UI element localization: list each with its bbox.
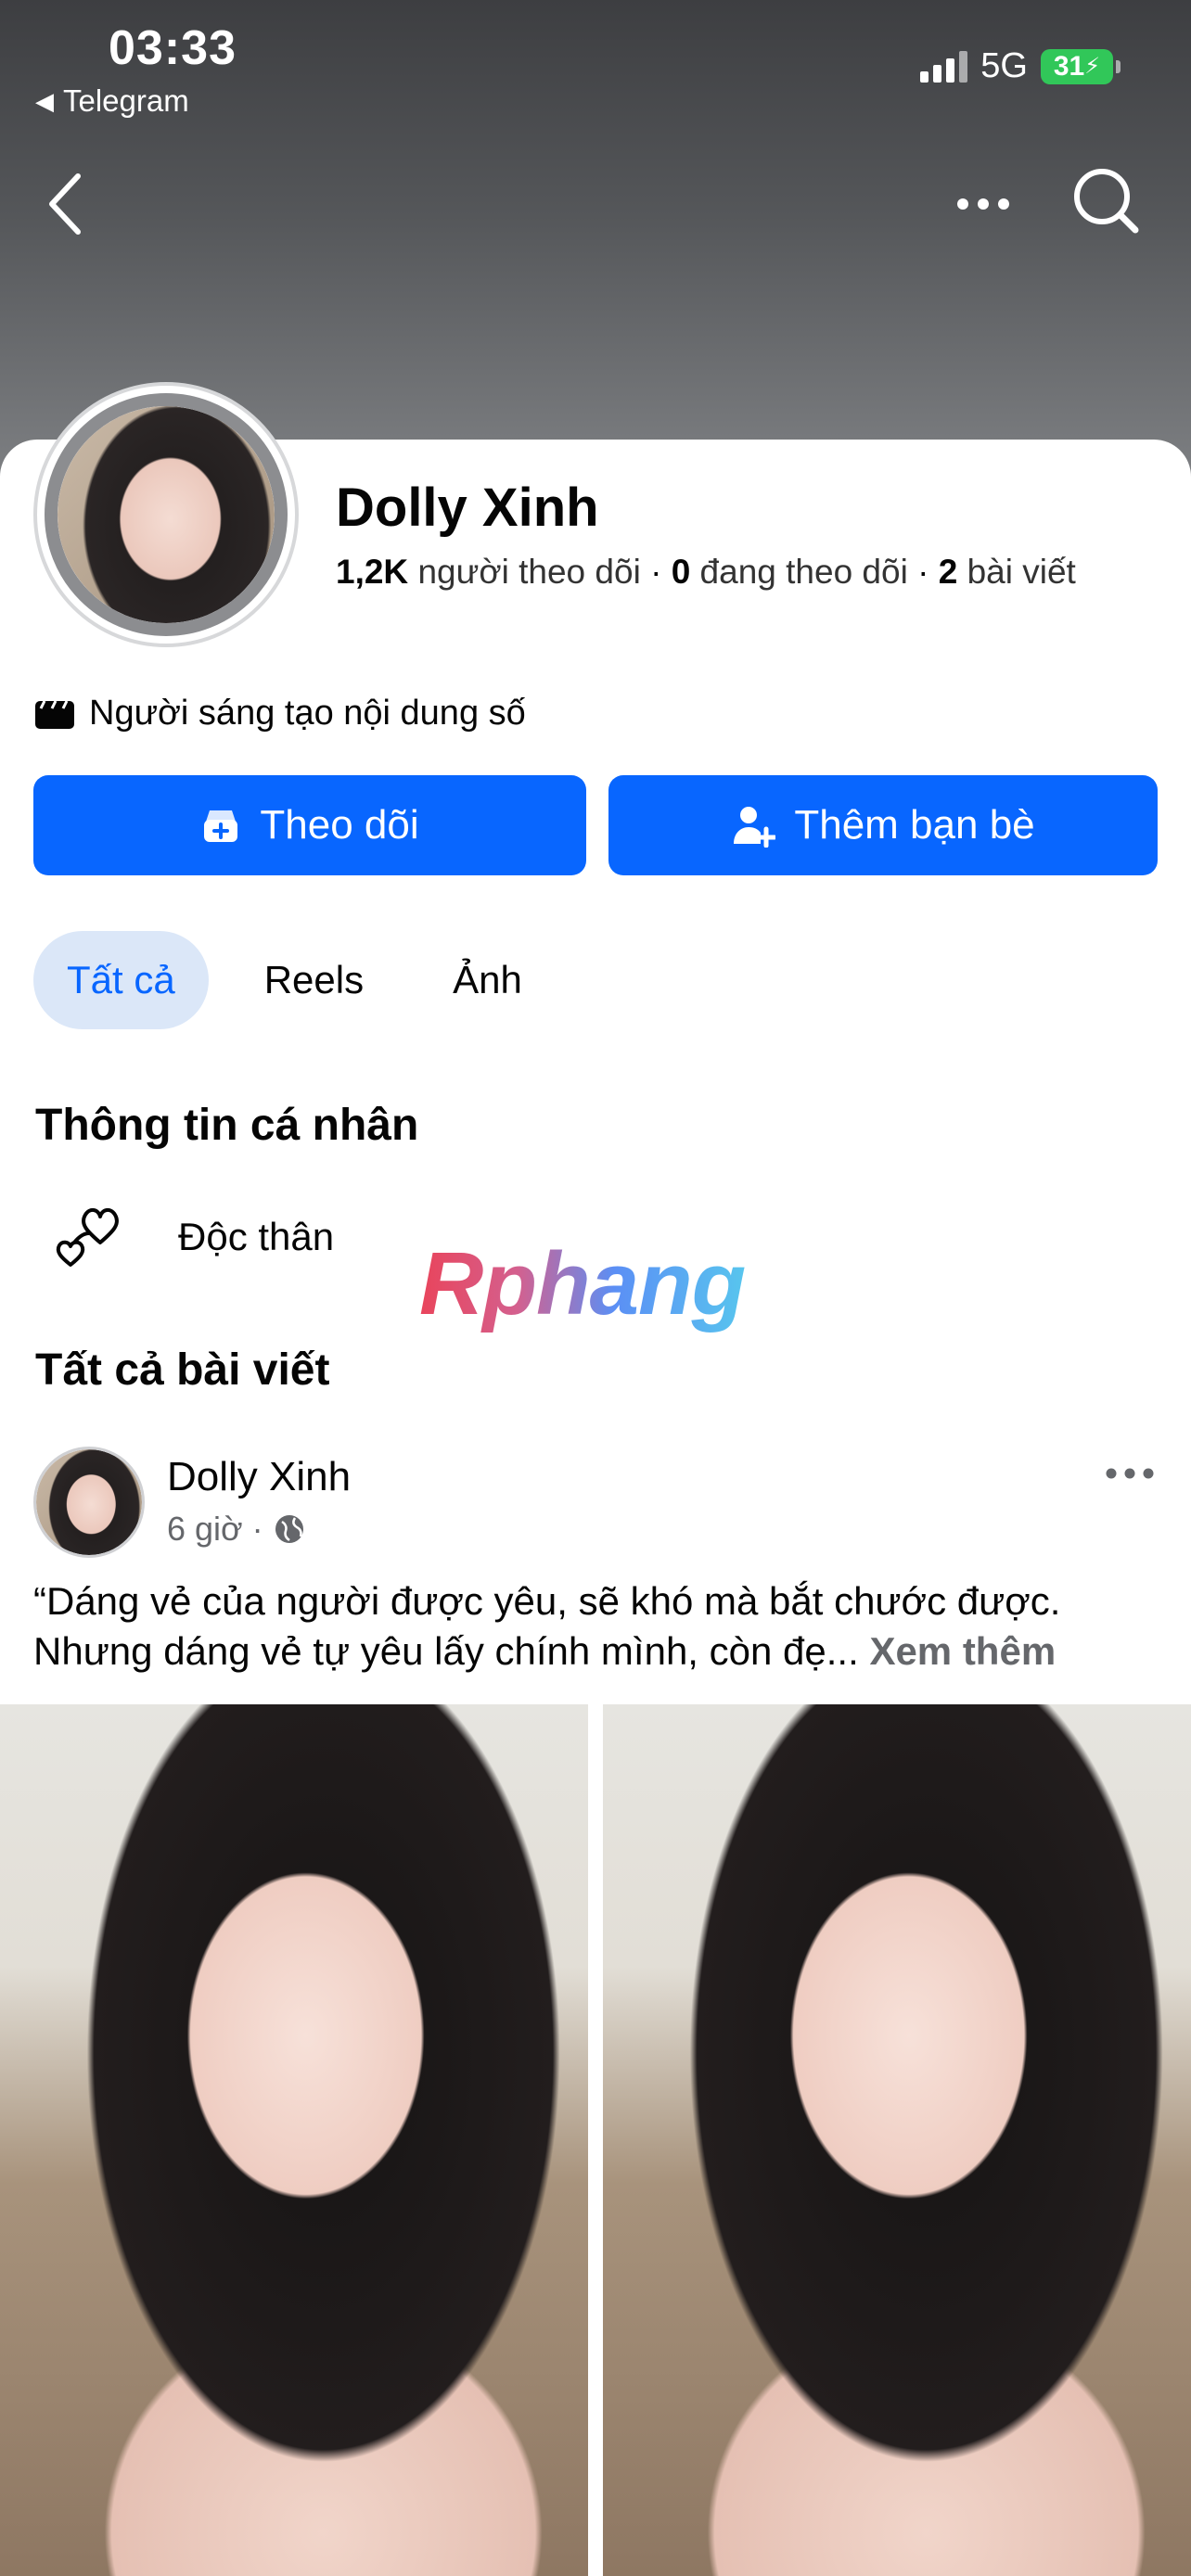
avatar-image bbox=[58, 406, 275, 623]
battery-level: 31 bbox=[1053, 50, 1085, 82]
hearts-icon bbox=[56, 1208, 119, 1267]
posts-label: bài viết bbox=[967, 553, 1076, 591]
post-text-line-1: “Dáng vẻ của người được yêu, sẽ khó mà b… bbox=[33, 1579, 1061, 1623]
back-to-app-link[interactable]: ◀ Telegram bbox=[35, 83, 189, 119]
profile-tabs: Tất cả Reels Ảnh bbox=[33, 931, 556, 1029]
separator-dot: · bbox=[251, 1510, 263, 1548]
relationship-status: Độc thân bbox=[54, 1205, 334, 1269]
battery-icon: 31 ⚡ bbox=[1041, 48, 1121, 84]
followers-label[interactable]: người theo dõi bbox=[417, 553, 640, 591]
post-photo-1[interactable] bbox=[0, 1704, 588, 2576]
avatar-ring bbox=[45, 393, 288, 636]
follow-icon bbox=[204, 810, 238, 842]
post-text: “Dáng vẻ của người được yêu, sẽ khó mà b… bbox=[33, 1576, 1165, 1677]
follow-label: Theo dõi bbox=[260, 802, 419, 848]
follow-button[interactable]: Theo dõi bbox=[33, 775, 586, 875]
post-photo-2[interactable] bbox=[603, 1704, 1191, 2576]
watermark-logo: Rphang bbox=[419, 1234, 746, 1333]
post-text-line-2-content: Nhưng dáng vẻ tự yêu lấy chính mình, còn… bbox=[33, 1629, 859, 1673]
profile-stats: 1,2K người theo dõi · 0 đang theo dõi · … bbox=[336, 553, 1076, 592]
add-friend-icon bbox=[734, 807, 776, 848]
post-author-name[interactable]: Dolly Xinh bbox=[167, 1454, 351, 1500]
tab-photos[interactable]: Ảnh bbox=[419, 931, 556, 1029]
creator-category: Người sáng tạo nội dung số bbox=[33, 694, 526, 733]
more-options-icon[interactable] bbox=[954, 176, 1013, 232]
status-time: 03:33 bbox=[109, 21, 237, 75]
post-author-avatar[interactable] bbox=[33, 1447, 145, 1558]
profile-avatar[interactable] bbox=[33, 382, 299, 647]
add-friend-label: Thêm bạn bè bbox=[794, 802, 1035, 848]
search-icon[interactable] bbox=[1069, 163, 1143, 237]
post-avatar-image bbox=[36, 1449, 142, 1555]
post-meta: 6 giờ · bbox=[167, 1510, 306, 1549]
add-friend-button[interactable]: Thêm bạn bè bbox=[608, 775, 1158, 875]
profile-name: Dolly Xinh bbox=[336, 478, 599, 538]
posts-section-title: Tất cả bài viết bbox=[35, 1345, 330, 1395]
clapperboard-icon bbox=[35, 699, 74, 729]
separator-dot: · bbox=[650, 553, 672, 591]
signal-icon bbox=[920, 50, 968, 83]
separator-dot: · bbox=[917, 553, 939, 591]
category-label: Người sáng tạo nội dung số bbox=[89, 694, 526, 733]
status-indicators: 5G 31 ⚡ bbox=[920, 46, 1121, 86]
post-text-line-2: Nhưng dáng vẻ tự yêu lấy chính mình, còn… bbox=[33, 1626, 1165, 1677]
relationship-label: Độc thân bbox=[178, 1215, 335, 1258]
post-more-options-icon[interactable] bbox=[1104, 1460, 1156, 1487]
about-section-title: Thông tin cá nhân bbox=[35, 1101, 419, 1150]
back-app-label: Telegram bbox=[63, 83, 189, 118]
network-type: 5G bbox=[980, 46, 1028, 85]
tab-reels[interactable]: Reels bbox=[231, 931, 397, 1029]
tab-all[interactable]: Tất cả bbox=[33, 931, 209, 1029]
following-count[interactable]: 0 bbox=[672, 553, 691, 591]
following-label[interactable]: đang theo dõi bbox=[700, 553, 908, 591]
globe-icon bbox=[275, 1515, 303, 1543]
back-triangle-icon: ◀ bbox=[35, 86, 54, 115]
back-arrow-icon[interactable] bbox=[43, 167, 89, 241]
followers-count[interactable]: 1,2K bbox=[336, 553, 408, 591]
post-time[interactable]: 6 giờ bbox=[167, 1510, 243, 1549]
posts-count: 2 bbox=[938, 553, 958, 591]
see-more-link[interactable]: Xem thêm bbox=[869, 1629, 1056, 1673]
